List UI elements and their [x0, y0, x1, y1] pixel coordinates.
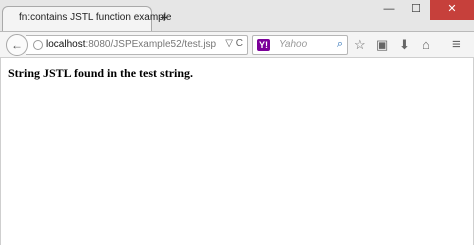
search-box[interactable]: Y! Yahoo ⌕ — [252, 35, 348, 55]
reload-icon[interactable]: C — [236, 38, 243, 49]
yahoo-icon[interactable]: Y! — [257, 39, 270, 51]
menu-icon[interactable]: ≡ — [452, 37, 461, 52]
url-bar[interactable]: localhost:8080/JSPExample52/test.jsp ▽ C — [26, 35, 248, 55]
minimize-button[interactable]: — — [376, 0, 402, 20]
globe-icon — [33, 40, 43, 50]
download-icon[interactable]: ⬇ — [399, 38, 410, 52]
maximize-button[interactable]: ☐ — [403, 0, 429, 20]
back-button[interactable]: ← — [6, 34, 28, 56]
close-button[interactable]: ✕ — [430, 0, 474, 20]
new-tab-button[interactable]: + — [160, 10, 168, 24]
home-icon[interactable]: ⌂ — [422, 38, 430, 52]
result-message: String JSTL found in the test string. — [8, 66, 194, 80]
clipboard-icon[interactable]: ▣ — [376, 38, 388, 52]
tab-active[interactable]: fn:contains JSTL function example — [2, 6, 172, 32]
search-placeholder: Yahoo — [279, 39, 308, 50]
url-text[interactable]: localhost:8080/JSPExample52/test.jsp — [46, 39, 216, 50]
navigation-bar: localhost:8080/JSPExample52/test.jsp ▽ C… — [0, 31, 474, 58]
title-bar: fn:contains JSTL function example + — ☐ … — [0, 0, 474, 32]
url-dropdown-icon[interactable]: ▽ — [225, 38, 233, 49]
search-icon[interactable]: ⌕ — [337, 38, 343, 51]
bookmark-star-icon[interactable]: ☆ — [354, 38, 366, 52]
tab-title: fn:contains JSTL function example — [19, 12, 172, 23]
page-content: String JSTL found in the test string. — [0, 58, 474, 245]
